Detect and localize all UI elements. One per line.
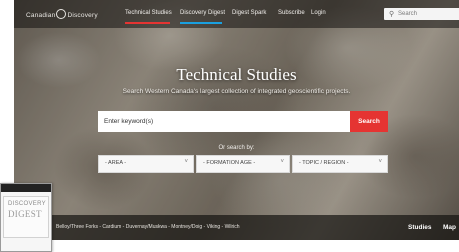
- chevron-down-icon: ˅: [280, 159, 284, 165]
- topic-region-select[interactable]: - TOPIC / REGION - ˅: [292, 155, 388, 173]
- nav-active-underline: [125, 22, 170, 24]
- formation-age-select-label: - FORMATION AGE -: [203, 160, 256, 166]
- header-search-placeholder: Search: [398, 11, 418, 17]
- nav-subscribe[interactable]: Subscribe: [278, 10, 305, 16]
- header-search-input[interactable]: ⚲ Search: [384, 8, 459, 20]
- nav-digest-underline: [180, 22, 222, 24]
- tab-studies[interactable]: Studies: [408, 224, 431, 231]
- thumbnail-card: DISCOVERY DIGEST: [3, 196, 49, 238]
- thumbnail-title-line1: DISCOVERY: [8, 201, 46, 207]
- page-subtitle: Search Western Canada's largest collecti…: [122, 88, 351, 95]
- top-navigation-bar: Canadian Discovery Technical Studies Disc…: [14, 0, 459, 28]
- formation-links[interactable]: Belloy/Three Forks - Cardium - Duvernay/…: [56, 224, 240, 230]
- thumbnail-top-bar: [1, 184, 51, 192]
- keyword-search-input[interactable]: Enter keyword(s): [98, 111, 350, 132]
- discovery-digest-thumbnail[interactable]: DISCOVERY DIGEST: [0, 183, 52, 252]
- thumbnail-title-line2: DIGEST: [8, 209, 42, 219]
- logo-seal-icon: [56, 9, 67, 19]
- nav-digest-spark[interactable]: Digest Spark: [232, 10, 266, 16]
- chevron-down-icon: ˅: [378, 159, 382, 165]
- tab-map[interactable]: Map: [443, 224, 456, 231]
- logo-text-right: Discovery: [67, 12, 98, 19]
- formation-age-select[interactable]: - FORMATION AGE - ˅: [196, 155, 290, 173]
- topic-region-select-label: - TOPIC / REGION -: [299, 160, 349, 166]
- nav-discovery-digest[interactable]: Discovery Digest: [180, 10, 225, 16]
- nav-technical-studies[interactable]: Technical Studies: [125, 10, 172, 16]
- chevron-down-icon: ˅: [184, 159, 188, 165]
- or-search-by-label: Or search by:: [218, 145, 255, 151]
- keyword-placeholder: Enter keyword(s): [104, 118, 154, 125]
- keyword-search-button[interactable]: Search: [350, 111, 388, 132]
- site-logo[interactable]: Canadian Discovery: [26, 9, 98, 19]
- nav-login[interactable]: Login: [311, 10, 326, 16]
- area-select-label: - AREA -: [105, 160, 127, 166]
- area-select[interactable]: - AREA - ˅: [98, 155, 194, 173]
- search-icon: ⚲: [389, 11, 395, 18]
- website-frame: Canadian Discovery Technical Studies Disc…: [14, 0, 459, 240]
- bottom-bar: Belloy/Three Forks - Cardium - Duvernay/…: [14, 215, 459, 240]
- page-title: Technical Studies: [176, 65, 297, 84]
- logo-text-left: Canadian: [26, 12, 56, 19]
